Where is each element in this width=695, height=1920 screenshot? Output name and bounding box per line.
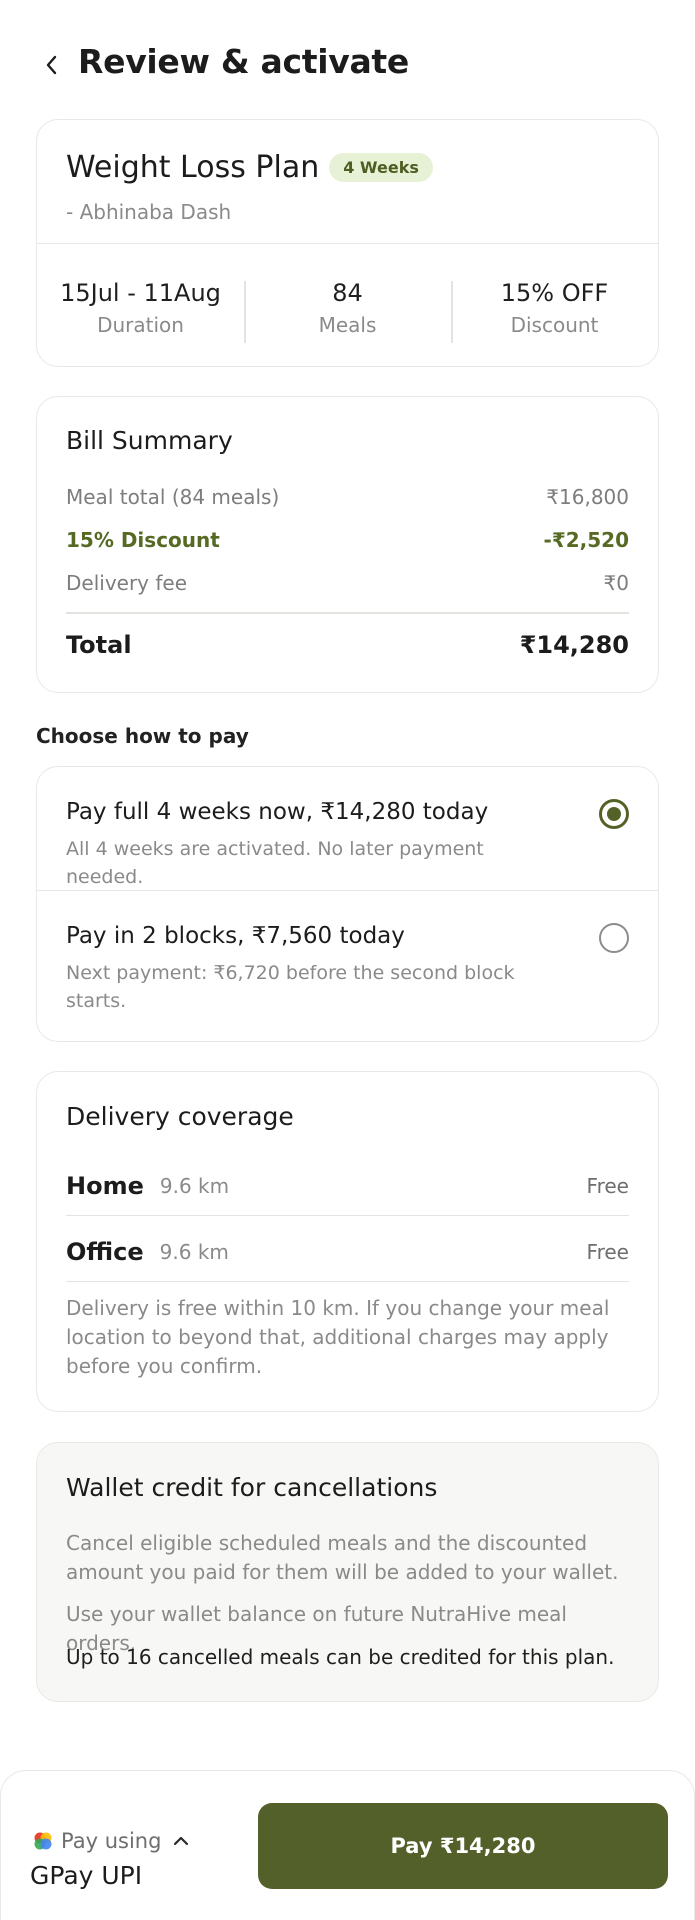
payment-method-selector[interactable]: Pay using	[33, 1829, 191, 1853]
plan-owner: - Abhinaba Dash	[66, 200, 232, 224]
stat-value: 84	[332, 279, 363, 307]
payment-options-card: Pay full 4 weeks now, ₹14,280 today All …	[36, 766, 659, 1042]
bill-summary-title: Bill Summary	[66, 426, 233, 455]
chevron-left-icon	[46, 55, 57, 75]
stat-duration: 15Jul - 11Aug Duration	[37, 275, 244, 337]
stat-label: Meals	[318, 313, 377, 337]
delivery-coverage-title: Delivery coverage	[66, 1102, 294, 1131]
stat-label: Discount	[510, 313, 599, 337]
payment-option-full[interactable]: Pay full 4 weeks now, ₹14,280 today All …	[37, 767, 658, 890]
wallet-credit-title: Wallet credit for cancellations	[66, 1473, 438, 1502]
bill-row-label: 15% Discount	[66, 528, 220, 552]
back-button[interactable]	[40, 53, 64, 77]
pay-button[interactable]: Pay ₹14,280	[258, 1803, 668, 1889]
plan-duration-badge: 4 Weeks	[329, 153, 433, 182]
location-name: Home	[66, 1171, 144, 1200]
location-distance: 9.6 km	[159, 1239, 229, 1264]
radio-button-selected[interactable]	[599, 799, 629, 829]
location-fee: Free	[586, 1173, 629, 1198]
bill-row-meal-total: Meal total (84 meals) ₹16,800	[66, 485, 629, 509]
location-row-home: Home 9.6 km Free	[66, 1156, 629, 1216]
stat-meals: 84 Meals	[244, 275, 451, 343]
stat-label: Duration	[97, 313, 184, 337]
location-fee: Free	[586, 1239, 629, 1264]
location-distance: 9.6 km	[159, 1173, 230, 1198]
payment-section-heading: Choose how to pay	[36, 724, 249, 748]
total-label: Total	[66, 631, 132, 659]
checkout-bar: Pay using GPay UPI Pay ₹14,280	[0, 1770, 695, 1920]
radio-button[interactable]	[599, 923, 629, 953]
review-activate-screen: Review & activate Weight Loss Plan 4 Wee…	[0, 0, 695, 1920]
delivery-coverage-card: Delivery coverage Home 9.6 km Free Offic…	[36, 1071, 659, 1412]
wallet-description: Cancel eligible scheduled meals and the …	[66, 1531, 619, 1584]
payment-option-blocks[interactable]: Pay in 2 blocks, ₹7,560 today Next payme…	[37, 890, 658, 1043]
bill-row-value: ₹16,800	[546, 485, 629, 509]
location-row-office: Office 9.6 km Free	[66, 1222, 629, 1282]
bill-row-label: Delivery fee	[66, 571, 188, 595]
bill-summary-card: Bill Summary Meal total (84 meals) ₹16,8…	[36, 396, 659, 693]
total-value: ₹14,280	[519, 631, 629, 659]
stat-value: 15Jul - 11Aug	[60, 279, 221, 307]
bill-row-value: ₹0	[603, 571, 629, 595]
stat-discount: 15% OFF Discount	[451, 275, 658, 343]
plan-name-row: Weight Loss Plan 4 Weeks	[66, 150, 433, 185]
chevron-up-icon	[174, 1836, 189, 1846]
divider	[66, 612, 629, 614]
page-title: Review & activate	[78, 42, 409, 81]
option-subtitle: All 4 weeks are activated. No later paym…	[66, 838, 484, 888]
bill-row-discount: 15% Discount -₹2,520	[66, 528, 629, 552]
option-title: Pay full 4 weeks now, ₹14,280 today	[66, 799, 489, 825]
location-name: Office	[66, 1237, 144, 1266]
wallet-credit-card: Wallet credit for cancellations Cancel e…	[36, 1442, 659, 1702]
wallet-limit-note: Up to 16 cancelled meals can be credited…	[66, 1645, 615, 1669]
payment-method-name[interactable]: GPay UPI	[30, 1861, 142, 1890]
plan-header: Weight Loss Plan 4 Weeks - Abhinaba Dash	[37, 120, 658, 244]
bill-row-label: Meal total (84 meals)	[66, 485, 280, 509]
plan-name: Weight Loss Plan	[66, 150, 320, 185]
option-title: Pay in 2 blocks, ₹7,560 today	[66, 923, 405, 949]
option-subtitle: Next payment: ₹6,720 before the second b…	[66, 962, 515, 1012]
delivery-note: Delivery is free within 10 km. If you ch…	[66, 1296, 610, 1378]
bill-row-value: -₹2,520	[543, 528, 629, 552]
header: Review & activate	[0, 38, 695, 92]
gpay-icon	[34, 1832, 52, 1850]
pay-using-label: Pay using	[61, 1829, 162, 1853]
plan-stats: 15Jul - 11Aug Duration 84 Meals 15% OFF …	[37, 244, 658, 368]
bill-row-total: Total ₹14,280	[66, 631, 629, 659]
plan-card: Weight Loss Plan 4 Weeks - Abhinaba Dash…	[36, 119, 659, 367]
bill-row-delivery-fee: Delivery fee ₹0	[66, 571, 629, 595]
stat-value: 15% OFF	[500, 279, 609, 307]
